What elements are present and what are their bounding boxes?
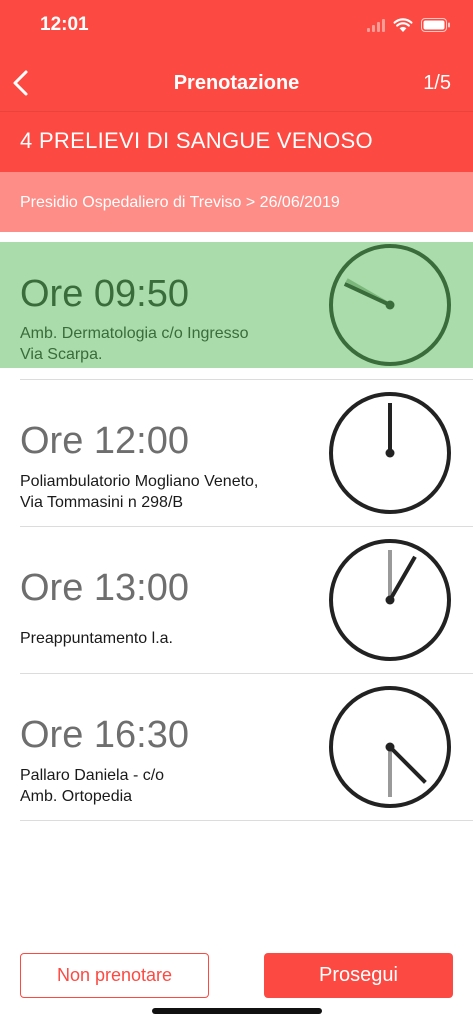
battery-icon — [421, 18, 450, 32]
header: 12:01 Prenotazione 1/5 4 PRELIEVI DI SAN… — [0, 0, 473, 232]
slot-time: Ore 16:30 — [20, 714, 189, 756]
step-indicator: 1/5 — [423, 72, 451, 94]
home-indicator — [152, 1008, 322, 1014]
exam-title: 4 PRELIEVI DI SANGUE VENOSO — [20, 128, 373, 153]
signal-icon — [367, 18, 385, 32]
slot-time: Ore 09:50 — [20, 273, 189, 315]
slot-time: Ore 12:00 — [20, 420, 189, 462]
slot-time: Ore 13:00 — [20, 567, 189, 609]
time-slot-row[interactable]: Ore 16:30 Pallaro Daniela - c/o Amb. Ort… — [0, 674, 473, 821]
status-icons — [367, 14, 451, 36]
slot-location: Pallaro Daniela - c/o Amb. Ortopedia — [20, 767, 165, 805]
clock-icon — [329, 686, 451, 808]
time-slot-row[interactable]: Ore 12:00 Poliambulatorio Mogliano Venet… — [0, 380, 473, 527]
wifi-icon — [393, 18, 413, 32]
slot-location: Poliambulatorio Mogliano Veneto, Via Tom… — [20, 473, 259, 511]
time-slot-row[interactable]: Ore 13:00 Preappuntamento l.a. — [0, 527, 473, 674]
continue-button[interactable]: Prosegui — [264, 953, 453, 998]
location-bar: Presidio Ospedaliero di Treviso > 26/06/… — [0, 172, 473, 232]
nav-title: Prenotazione — [173, 72, 300, 94]
divider — [20, 820, 473, 821]
time-slot-row[interactable]: Ore 09:50 Amb. Dermatologia c/o Ingresso… — [0, 242, 473, 368]
skip-booking-button[interactable]: Non prenotare — [20, 953, 209, 998]
clock-icon — [329, 539, 451, 661]
status-bar: 12:01 — [0, 0, 473, 54]
slot-location: Preappuntamento l.a. — [20, 630, 173, 647]
slot-location: Amb. Dermatologia c/o Ingresso Via Scarp… — [20, 325, 249, 363]
location-breadcrumb: Presidio Ospedaliero di Treviso > 26/06/… — [20, 194, 340, 211]
status-time: 12:01 — [40, 14, 89, 35]
clock-icon — [329, 244, 451, 366]
nav-bar: Prenotazione 1/5 — [0, 54, 473, 112]
clock-icon — [329, 392, 451, 514]
